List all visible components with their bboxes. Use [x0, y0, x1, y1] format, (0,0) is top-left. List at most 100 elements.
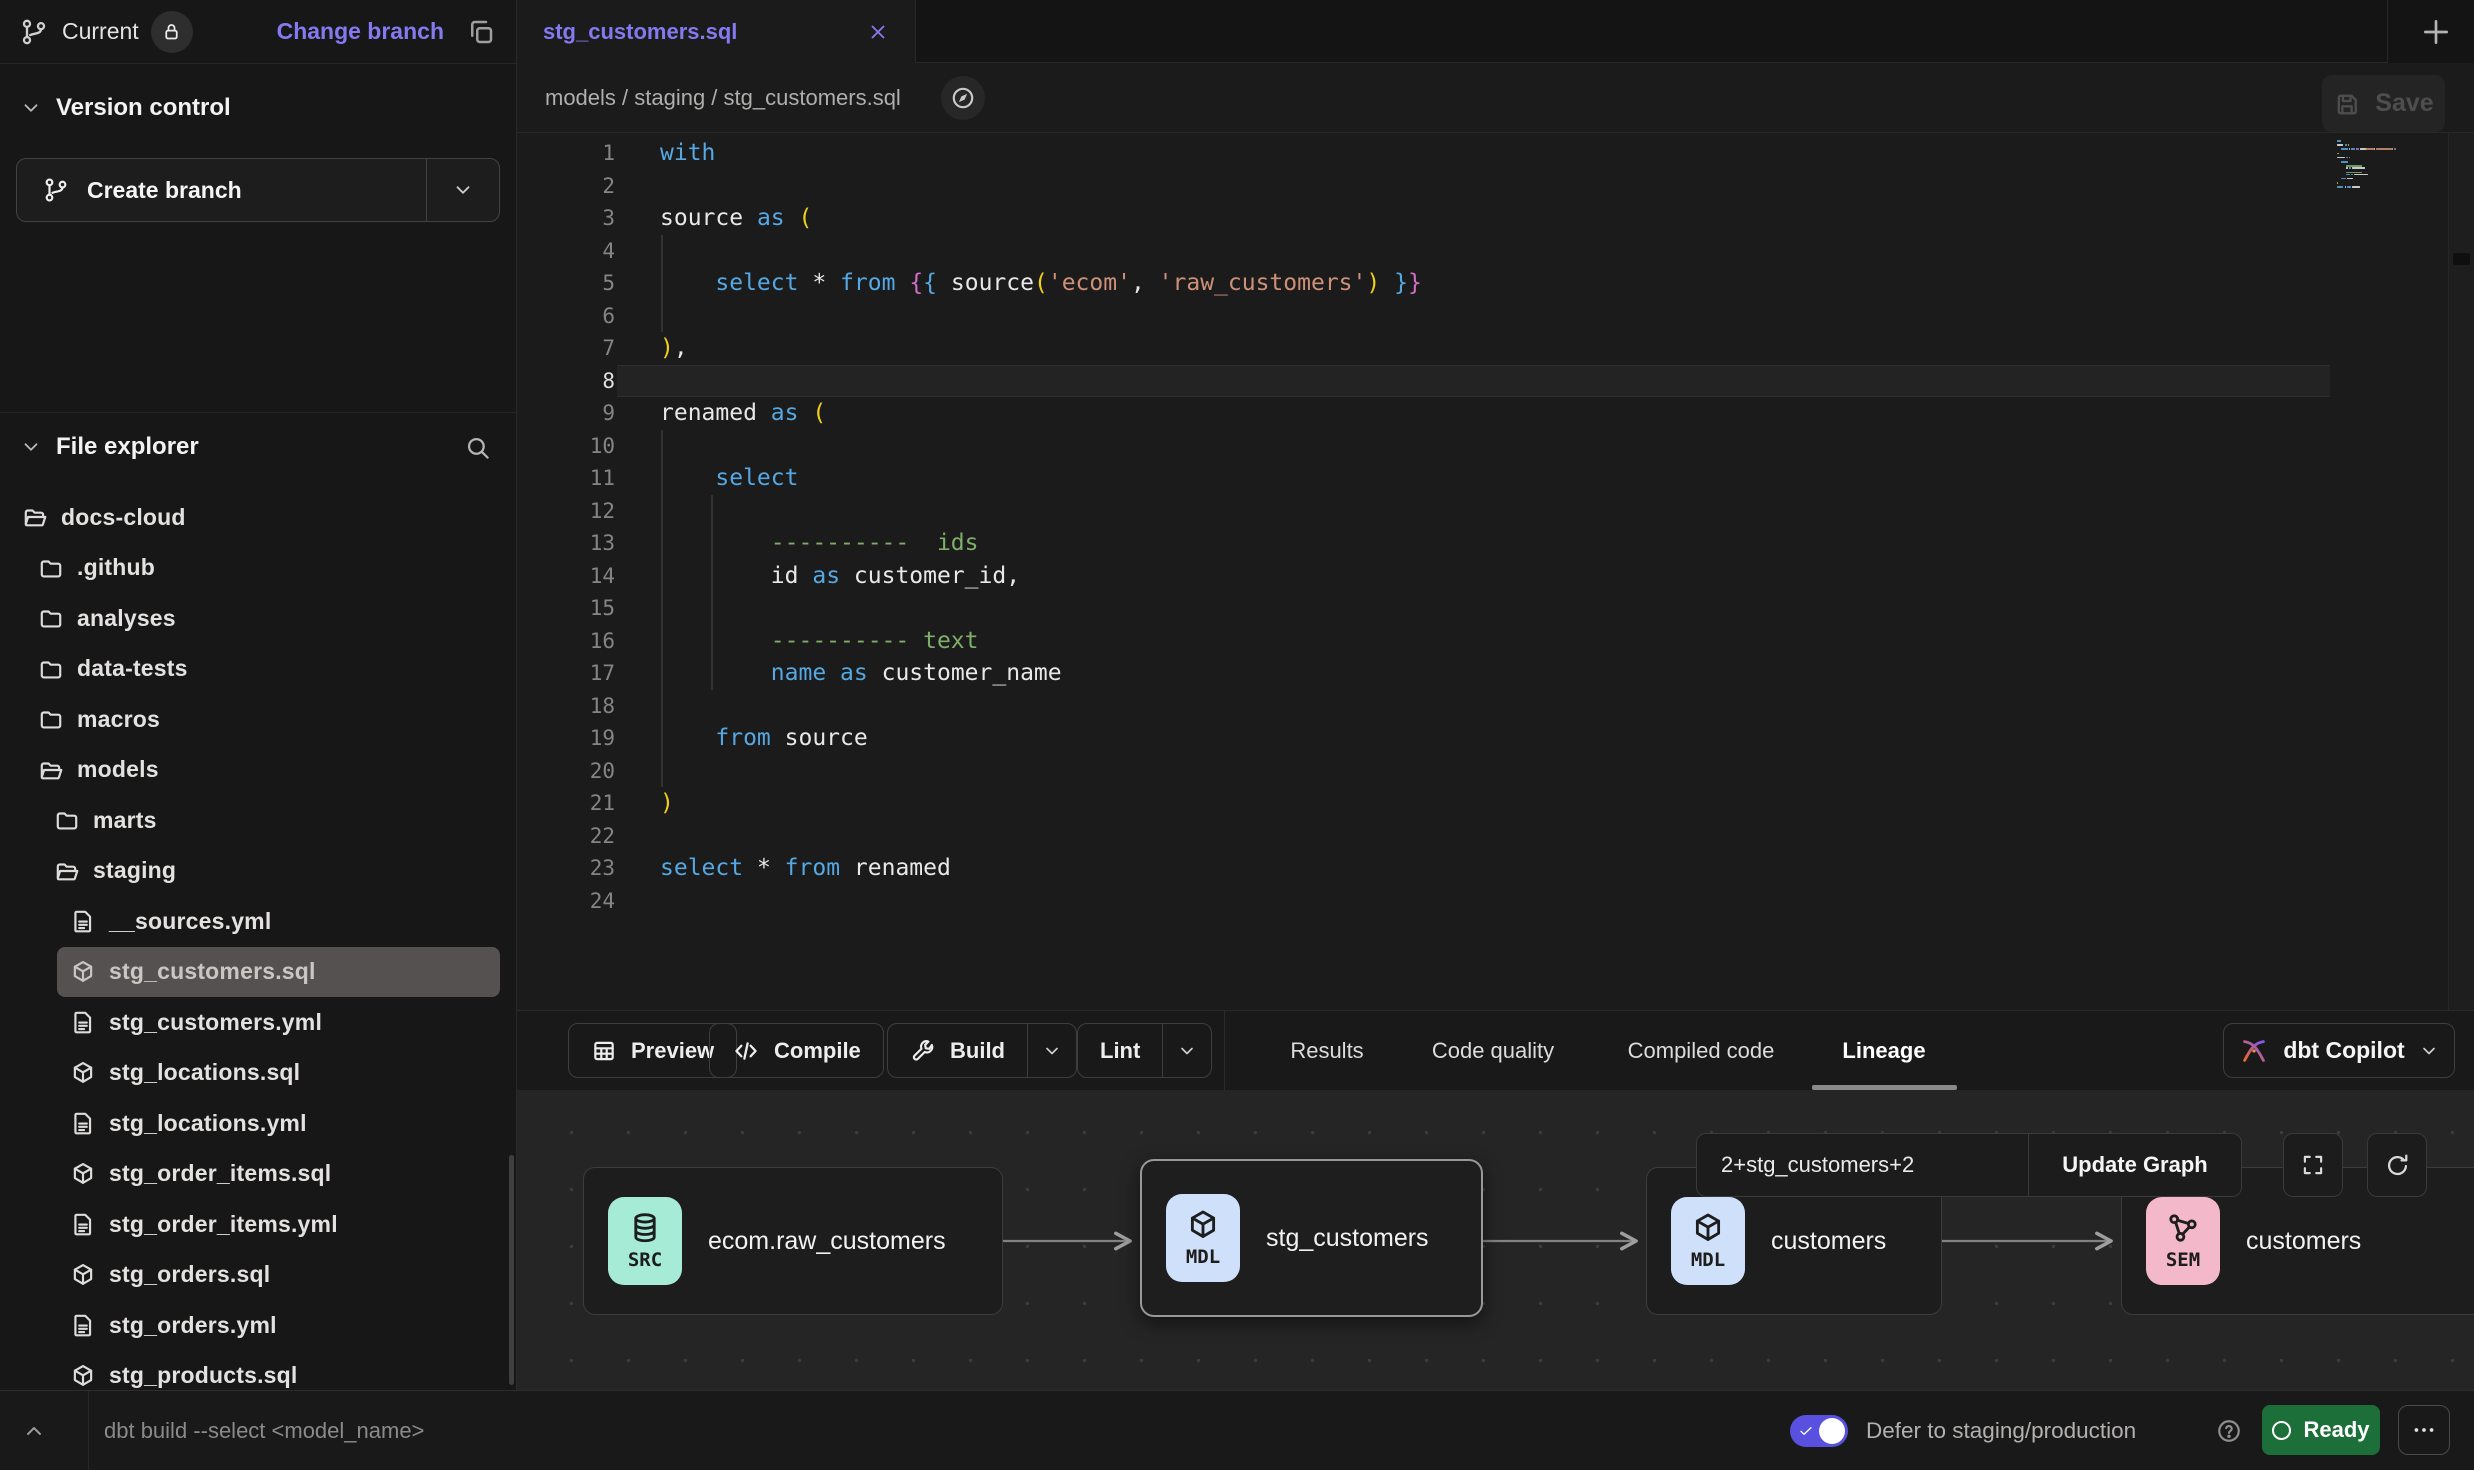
code-line-16[interactable]: 16 ---------- text [517, 625, 1422, 658]
panel-tab-compiled-code[interactable]: Compiled code [1628, 1011, 1775, 1090]
code-line-7[interactable]: 7), [517, 332, 1422, 365]
search-icon[interactable] [464, 434, 491, 461]
file-row-stg-orders-yml[interactable]: stg_orders.yml [0, 1300, 516, 1351]
build-button-main[interactable]: Build [888, 1024, 1027, 1077]
file-row-stg-order-items-yml[interactable]: stg_order_items.yml [0, 1199, 516, 1250]
file-row-data-tests[interactable]: data-tests [0, 644, 516, 695]
line-number: 9 [517, 397, 615, 430]
defer-toggle[interactable] [1790, 1415, 1848, 1447]
chevron-down-icon [20, 436, 42, 458]
code-editor[interactable]: 1with23source as (45 select * from {{ so… [517, 133, 2474, 1010]
file-explorer-header[interactable]: File explorer [0, 424, 517, 470]
compile-button[interactable]: Compile [709, 1023, 884, 1078]
copilot-compass-button[interactable] [941, 76, 985, 120]
code-line-3[interactable]: 3source as ( [517, 202, 1422, 235]
file-row-stg-order-items-sql[interactable]: stg_order_items.sql [0, 1149, 516, 1200]
doc-icon [70, 908, 96, 934]
code-line-20[interactable]: 20 [517, 755, 1422, 788]
file-row-stg-products-sql[interactable]: stg_products.sql [0, 1351, 516, 1391]
lint-button[interactable]: Lint [1077, 1023, 1212, 1078]
file-row-marts[interactable]: marts [0, 795, 516, 846]
dbt-copilot-button[interactable]: dbt Copilot [2223, 1023, 2455, 1078]
wrench-icon [910, 1038, 936, 1064]
lint-button-main[interactable]: Lint [1078, 1024, 1162, 1077]
file-row--github[interactable]: .github [0, 543, 516, 594]
line-content: source as ( [660, 202, 812, 235]
refresh-icon [2384, 1152, 2411, 1179]
code-line-5[interactable]: 5 select * from {{ source('ecom', 'raw_c… [517, 267, 1422, 300]
create-branch-main[interactable]: Create branch [17, 159, 426, 221]
file-row-stg-customers-sql[interactable]: stg_customers.sql [57, 947, 500, 998]
lineage-selector-input[interactable] [1697, 1134, 2028, 1196]
folder-icon [54, 807, 80, 833]
refresh-button[interactable] [2367, 1133, 2427, 1197]
lineage-node-ecom-raw-customers[interactable]: SRCecom.raw_customers [583, 1167, 1003, 1315]
file-row-docs-cloud[interactable]: docs-cloud [0, 492, 516, 543]
panel-tab-code-quality[interactable]: Code quality [1432, 1011, 1554, 1090]
code-line-9[interactable]: 9renamed as ( [517, 397, 1422, 430]
badge-type-label: SEM [2166, 1249, 2200, 1271]
code-line-13[interactable]: 13 ---------- ids [517, 527, 1422, 560]
new-tab-button[interactable] [2420, 16, 2452, 48]
help-icon[interactable] [2216, 1418, 2242, 1444]
more-options-button[interactable] [2398, 1405, 2450, 1455]
create-branch-dropdown[interactable] [426, 159, 499, 221]
create-branch-button[interactable]: Create branch [16, 158, 500, 222]
code-line-6[interactable]: 6 [517, 300, 1422, 333]
code-line-17[interactable]: 17 name as customer_name [517, 657, 1422, 690]
line-number: 13 [517, 527, 615, 560]
lint-dropdown[interactable] [1162, 1024, 1211, 1077]
file-row--sources-yml[interactable]: __sources.yml [0, 896, 516, 947]
code-line-22[interactable]: 22 [517, 820, 1422, 853]
change-branch-link[interactable]: Change branch [277, 18, 444, 45]
code-line-24[interactable]: 24 [517, 885, 1422, 918]
code-line-14[interactable]: 14 id as customer_id, [517, 560, 1422, 593]
code-line-10[interactable]: 10 [517, 430, 1422, 463]
copilot-label: dbt Copilot [2283, 1037, 2404, 1064]
code-icon [732, 1037, 760, 1065]
tab-stg-customers[interactable]: stg_customers.sql [517, 0, 916, 63]
code-line-1[interactable]: 1with [517, 137, 1422, 170]
line-content: id as customer_id, [660, 560, 1020, 593]
code-line-19[interactable]: 19 from source [517, 722, 1422, 755]
file-row-stg-locations-yml[interactable]: stg_locations.yml [0, 1098, 516, 1149]
version-control-header[interactable]: Version control [0, 85, 557, 131]
close-icon[interactable] [867, 21, 889, 43]
toggle-knob [1819, 1418, 1845, 1444]
file-row-stg-orders-sql[interactable]: stg_orders.sql [0, 1250, 516, 1301]
save-button[interactable]: Save [2322, 75, 2445, 132]
file-row-macros[interactable]: macros [0, 694, 516, 745]
panel-tab-lineage[interactable]: Lineage [1842, 1011, 1925, 1090]
code-line-23[interactable]: 23select * from renamed [517, 852, 1422, 885]
editor-scrollbar-thumb[interactable] [2453, 253, 2470, 265]
command-input[interactable]: dbt build --select <model_name> [104, 1391, 424, 1470]
update-graph-button[interactable]: Update Graph [2028, 1134, 2241, 1196]
minimap[interactable] [2337, 140, 2449, 260]
line-number: 23 [517, 852, 615, 885]
ready-status-badge[interactable]: Ready [2262, 1405, 2380, 1455]
collapse-chevron-up-icon[interactable] [22, 1419, 46, 1443]
lineage-node-stg-customers[interactable]: MDLstg_customers [1140, 1159, 1483, 1317]
code-line-15[interactable]: 15 [517, 592, 1422, 625]
panel-tab-results[interactable]: Results [1290, 1011, 1363, 1090]
fullscreen-button[interactable] [2283, 1133, 2343, 1197]
code-line-2[interactable]: 2 [517, 170, 1422, 203]
build-button[interactable]: Build [887, 1023, 1077, 1078]
sidebar-scrollbar[interactable] [509, 1155, 514, 1385]
file-label: stg_customers.yml [109, 1009, 322, 1036]
file-row-models[interactable]: models [0, 745, 516, 796]
code-line-11[interactable]: 11 select [517, 462, 1422, 495]
code-line-12[interactable]: 12 [517, 495, 1422, 528]
file-row-stg-customers-yml[interactable]: stg_customers.yml [0, 997, 516, 1048]
code-lines[interactable]: 1with23source as (45 select * from {{ so… [517, 137, 1422, 917]
code-line-18[interactable]: 18 [517, 690, 1422, 723]
file-row-analyses[interactable]: analyses [0, 593, 516, 644]
build-dropdown[interactable] [1027, 1024, 1076, 1077]
code-line-4[interactable]: 4 [517, 235, 1422, 268]
code-line-8[interactable]: 8 [517, 365, 1422, 398]
copy-icon[interactable] [466, 17, 496, 47]
file-row-stg-locations-sql[interactable]: stg_locations.sql [0, 1048, 516, 1099]
file-row-staging[interactable]: staging [0, 846, 516, 897]
compile-button-main[interactable]: Compile [710, 1024, 883, 1077]
code-line-21[interactable]: 21) [517, 787, 1422, 820]
